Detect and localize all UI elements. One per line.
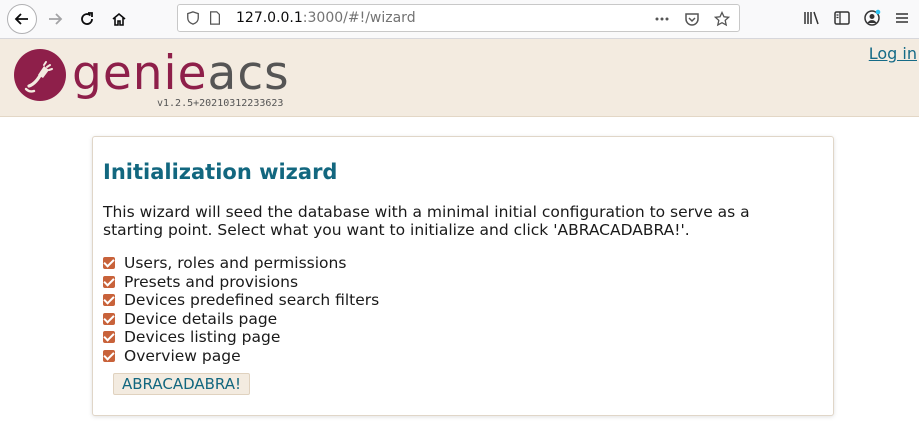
- checkbox-devices-listing[interactable]: [103, 331, 115, 344]
- option-label: Device details page: [124, 309, 278, 328]
- checkbox-presets[interactable]: [103, 275, 115, 288]
- checkbox-users[interactable]: [103, 257, 115, 270]
- checkbox-filters[interactable]: [103, 294, 115, 307]
- url-bar[interactable]: 127.0.0.1:3000/#!/wizard: [177, 4, 740, 32]
- wizard-card: Initialization wizard This wizard will s…: [92, 136, 834, 416]
- abracadabra-button[interactable]: ABRACADABRA!: [113, 373, 251, 395]
- forward-button[interactable]: [40, 4, 70, 34]
- page-title: Initialization wizard: [103, 160, 338, 184]
- library-icon[interactable]: [803, 9, 821, 27]
- browser-toolbar: 127.0.0.1:3000/#!/wizard: [0, 0, 919, 39]
- brand-genie: genie: [72, 46, 208, 101]
- option-label: Devices listing page: [124, 328, 281, 347]
- option-label: Devices predefined search filters: [124, 291, 380, 310]
- url-text[interactable]: 127.0.0.1:3000/#!/wizard: [236, 10, 416, 26]
- option-users[interactable]: Users, roles and permissions: [103, 254, 379, 273]
- brand-acs: acs: [207, 46, 290, 101]
- checkbox-device-details[interactable]: [103, 312, 115, 325]
- account-icon[interactable]: [863, 9, 881, 27]
- options-list: Users, roles and permissions Presets and…: [103, 254, 379, 365]
- more-icon[interactable]: [653, 10, 671, 28]
- sidebar-icon[interactable]: [833, 9, 851, 27]
- login-link[interactable]: Log in: [869, 44, 917, 63]
- version-label: v1.2.5+20210312233623: [157, 98, 284, 109]
- url-host: 127.0.0.1: [236, 10, 303, 26]
- option-overview[interactable]: Overview page: [103, 347, 379, 366]
- option-device-details[interactable]: Device details page: [103, 310, 379, 329]
- option-label: Overview page: [124, 346, 241, 365]
- home-button[interactable]: [104, 4, 134, 34]
- home-icon: [112, 12, 126, 26]
- star-icon[interactable]: [713, 10, 731, 28]
- arrow-left-icon: [14, 13, 28, 25]
- option-label: Users, roles and permissions: [124, 254, 347, 273]
- hamburger-menu-icon[interactable]: [893, 9, 911, 27]
- pocket-icon[interactable]: [683, 10, 701, 28]
- site-header: genieacs v1.2.5+20210312233623 Log in: [0, 39, 919, 117]
- checkbox-overview[interactable]: [103, 349, 115, 362]
- genieacs-logo-icon[interactable]: [14, 49, 66, 101]
- option-label: Presets and provisions: [124, 272, 299, 291]
- page-icon[interactable]: [208, 11, 222, 25]
- back-button[interactable]: [7, 4, 37, 34]
- reload-icon: [81, 12, 93, 25]
- shield-icon[interactable]: [186, 11, 200, 25]
- option-devices-listing[interactable]: Devices listing page: [103, 328, 379, 347]
- url-path: :3000/#!/wizard: [302, 10, 416, 26]
- reload-button[interactable]: [72, 4, 102, 34]
- wizard-description: This wizard will seed the database with …: [103, 203, 750, 239]
- arrow-right-icon: [49, 13, 63, 25]
- option-presets[interactable]: Presets and provisions: [103, 273, 379, 292]
- option-filters[interactable]: Devices predefined search filters: [103, 291, 379, 310]
- brand-wordmark: genieacs: [72, 45, 290, 103]
